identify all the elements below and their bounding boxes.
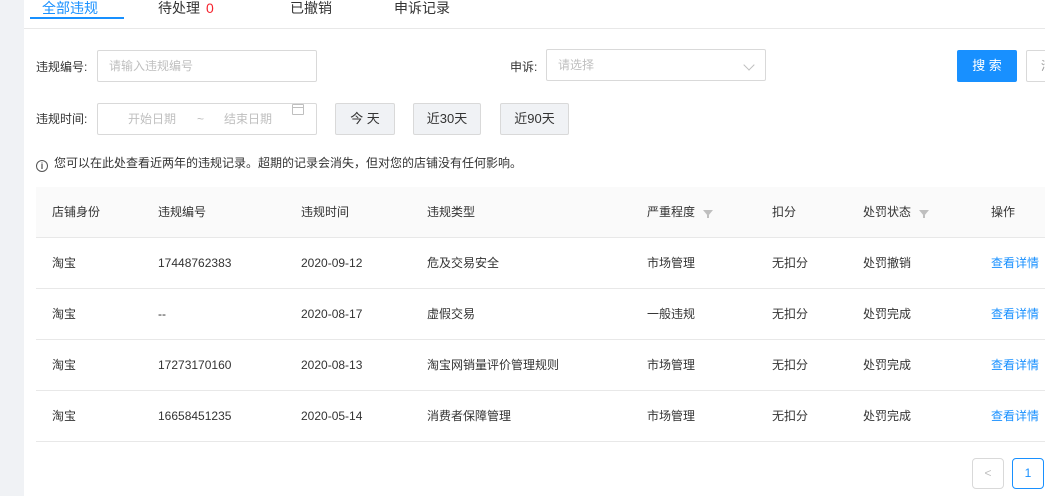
reset-button[interactable]: 清 [1026,50,1045,82]
violation-no-label: 违规编号: [36,60,88,74]
cell-violation-no: 16658451235 [158,409,232,423]
active-tab-indicator [30,17,124,19]
cell-shop-identity: 淘宝 [52,409,77,423]
cell-penalty-status: 处罚撤销 [863,256,912,270]
col-shop-identity: 店铺身份 [52,205,101,219]
col-violation-time: 违规时间 [301,205,350,219]
cell-violation-type: 危及交易安全 [427,256,500,270]
col-violation-no: 违规编号 [158,205,207,219]
cell-severity: 市场管理 [647,409,696,423]
filter-icon[interactable] [919,210,930,218]
cell-severity: 一般违规 [647,307,696,321]
tab-revoked[interactable]: 已撤销 [290,0,332,28]
cell-shop-identity: 淘宝 [52,256,77,270]
col-violation-type: 违规类型 [427,205,476,219]
col-deduction: 扣分 [772,205,797,219]
cell-violation-type: 虚假交易 [427,307,476,321]
tab-all-violations[interactable]: 全部违规 [42,0,98,28]
cell-violation-time: 2020-08-13 [301,358,363,372]
chevron-down-icon [743,59,755,71]
quick-90days-button[interactable]: 近90天 [500,103,569,135]
range-separator: ~ [197,112,205,126]
cell-violation-no: 17448762383 [158,256,232,270]
cell-penalty-status: 处罚完成 [863,358,912,372]
cell-violation-no: 17273170160 [158,358,232,372]
cell-penalty-status: 处罚完成 [863,307,912,321]
view-details-link[interactable]: 查看详情 [991,391,1039,442]
search-button[interactable]: 搜 索 [957,50,1017,82]
violation-no-input[interactable]: 请输入违规编号 [97,50,317,82]
quick-30days-button[interactable]: 近30天 [413,103,481,135]
appeal-select[interactable]: 请选择 [546,49,766,81]
view-details-link[interactable]: 查看详情 [991,238,1039,289]
tab-appeal-records[interactable]: 申诉记录 [394,0,450,28]
date-range-picker[interactable]: 开始日期 ~ 结束日期 [97,103,317,135]
violations-panel: 全部违规 待处理 0 已撤销 申诉记录 违规编号: 请输入违规编号 申诉: 请选择… [24,0,1045,496]
view-details-link[interactable]: 查看详情 [991,289,1039,340]
calendar-icon [292,104,304,115]
cell-violation-time: 2020-09-12 [301,256,363,270]
appeal-label: 申诉: [510,60,538,74]
quick-today-button[interactable]: 今 天 [335,103,395,135]
pending-count-badge: 0 [206,0,214,16]
notice-text: 您可以在此处查看近两年的违规记录。超期的记录会消失，但对您的店铺没有任何影响。 [54,156,523,170]
table-body: 淘宝 17448762383 2020-09-12 危及交易安全 市场管理 无扣分 处罚撤销… [36,238,1045,442]
cell-deduction: 无扣分 [772,307,809,321]
table-row: 淘宝 -- 2020-08-17 虚假交易 一般违规 无扣分 处罚完成 查看详情 [36,289,1045,340]
view-details-link[interactable]: 查看详情 [991,340,1039,391]
cell-violation-time: 2020-05-14 [301,409,363,423]
tab-pending[interactable]: 待处理 0 [158,0,214,28]
cell-penalty-status: 处罚完成 [863,409,912,423]
cell-deduction: 无扣分 [772,256,809,270]
history-notice: i 您可以在此处查看近两年的违规记录。超期的记录会消失，但对您的店铺没有任何影响。 [36,154,522,172]
cell-violation-no: -- [158,307,166,321]
cell-violation-type: 淘宝网销量评价管理规则 [427,358,560,372]
cell-violation-type: 消费者保障管理 [427,409,512,423]
cell-deduction: 无扣分 [772,409,809,423]
table-header: 店铺身份 违规编号 违规时间 违规类型 严重程度 扣分 处罚状态 操作 [36,187,1045,238]
violation-time-label: 违规时间: [36,112,88,126]
cell-severity: 市场管理 [647,256,696,270]
table-row: 淘宝 17448762383 2020-09-12 危及交易安全 市场管理 无扣分 处罚撤销… [36,238,1045,289]
info-icon: i [36,160,48,172]
cell-violation-time: 2020-08-17 [301,307,363,321]
cell-severity: 市场管理 [647,358,696,372]
start-date-placeholder: 开始日期 [128,112,177,126]
end-date-placeholder: 结束日期 [224,112,273,126]
col-penalty-status[interactable]: 处罚状态 [863,187,930,238]
table-row: 淘宝 16658451235 2020-05-14 消费者保障管理 市场管理 无扣分 处罚完… [36,391,1045,442]
table-row: 淘宝 17273170160 2020-08-13 淘宝网销量评价管理规则 市场管理 无扣… [36,340,1045,391]
cell-deduction: 无扣分 [772,358,809,372]
cell-shop-identity: 淘宝 [52,358,77,372]
prev-page-button[interactable]: < [972,458,1004,489]
filter-icon[interactable] [703,210,714,218]
col-actions: 操作 [991,205,1016,219]
tab-bar: 全部违规 待处理 0 已撤销 申诉记录 [24,0,1045,29]
page-1-button[interactable]: 1 [1012,458,1044,489]
col-severity[interactable]: 严重程度 [647,187,714,238]
violations-table: 店铺身份 违规编号 违规时间 违规类型 严重程度 扣分 处罚状态 操作 淘宝 17… [36,187,1045,442]
cell-shop-identity: 淘宝 [52,307,77,321]
appeal-select-placeholder: 请选择 [558,58,595,72]
